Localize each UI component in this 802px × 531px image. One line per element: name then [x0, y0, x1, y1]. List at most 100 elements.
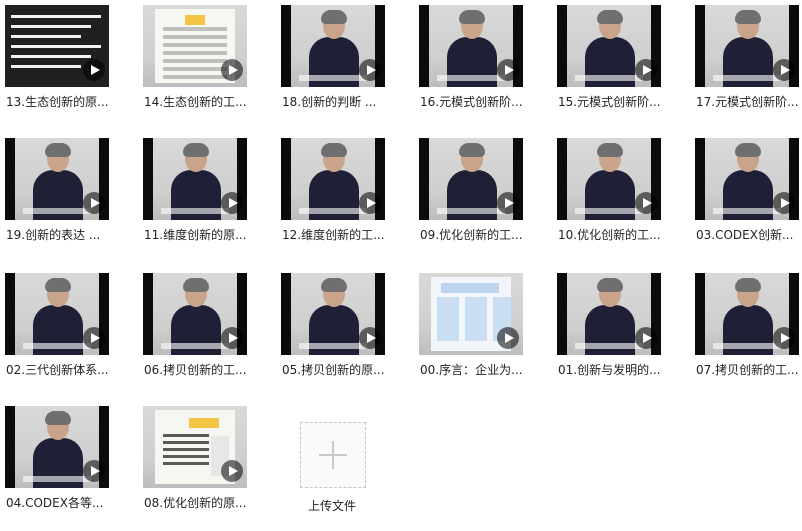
play-icon[interactable]: [359, 192, 381, 214]
video-thumbnail[interactable]: [695, 138, 799, 220]
text-line: [11, 25, 91, 28]
video-caption[interactable]: 19.创新的表达 ...: [6, 227, 110, 243]
video-thumbnail[interactable]: [419, 138, 523, 220]
video-thumbnail[interactable]: [419, 5, 523, 87]
video-caption[interactable]: 10.优化创新的工...: [558, 227, 662, 243]
frame-bar-left: [695, 5, 705, 87]
play-icon[interactable]: [83, 460, 105, 482]
subtitle-strip: [161, 343, 229, 349]
video-thumbnail[interactable]: [419, 273, 523, 355]
play-icon[interactable]: [83, 59, 105, 81]
play-icon[interactable]: [773, 327, 795, 349]
video-caption[interactable]: 18.创新的判断 ...: [282, 94, 386, 110]
video-thumbnail[interactable]: [557, 5, 661, 87]
subtitle-strip: [23, 476, 91, 482]
video-thumbnail[interactable]: [281, 273, 385, 355]
video-thumbnail[interactable]: [5, 406, 109, 488]
play-icon[interactable]: [83, 327, 105, 349]
video-item[interactable]: 07.拷贝创新的工...: [690, 268, 800, 398]
play-icon[interactable]: [221, 460, 243, 482]
play-icon[interactable]: [83, 192, 105, 214]
play-icon[interactable]: [773, 192, 795, 214]
upload-button[interactable]: [300, 422, 366, 488]
video-item[interactable]: 00.序言：企业为...: [414, 268, 524, 398]
subtitle-strip: [23, 208, 91, 214]
video-thumbnail[interactable]: [5, 138, 109, 220]
video-thumbnail[interactable]: [143, 273, 247, 355]
video-caption[interactable]: 16.元模式创新阶...: [420, 94, 524, 110]
text-line: [11, 15, 101, 18]
play-icon[interactable]: [635, 327, 657, 349]
play-icon[interactable]: [221, 59, 243, 81]
video-caption[interactable]: 04.CODEX各等...: [6, 495, 110, 511]
frame-bar-left: [5, 273, 15, 355]
video-item[interactable]: 17.元模式创新阶...: [690, 0, 800, 130]
play-icon[interactable]: [359, 327, 381, 349]
video-item[interactable]: 12.维度创新的工...: [276, 133, 386, 263]
play-icon[interactable]: [773, 59, 795, 81]
video-caption[interactable]: 07.拷贝创新的工...: [696, 362, 800, 378]
video-caption[interactable]: 12.维度创新的工...: [282, 227, 386, 243]
video-item[interactable]: 03.CODEX创新...: [690, 133, 800, 263]
video-thumbnail[interactable]: [5, 273, 109, 355]
video-caption[interactable]: 09.优化创新的工...: [420, 227, 524, 243]
video-item[interactable]: 11.维度创新的原...: [138, 133, 248, 263]
subtitle-strip: [575, 208, 643, 214]
video-item[interactable]: 16.元模式创新阶...: [414, 0, 524, 130]
video-item[interactable]: 04.CODEX各等...: [0, 401, 110, 531]
video-item[interactable]: 14.生态创新的工...: [138, 0, 248, 130]
video-item[interactable]: 09.优化创新的工...: [414, 133, 524, 263]
video-caption[interactable]: 11.维度创新的原...: [144, 227, 248, 243]
video-item[interactable]: 15.元模式创新阶...: [552, 0, 662, 130]
subtitle-strip: [713, 208, 781, 214]
video-caption[interactable]: 08.优化创新的原...: [144, 495, 248, 511]
frame-bar-left: [419, 5, 429, 87]
play-icon[interactable]: [635, 59, 657, 81]
video-thumbnail[interactable]: [143, 5, 247, 87]
play-icon[interactable]: [221, 192, 243, 214]
video-item[interactable]: 01.创新与发明的...: [552, 268, 662, 398]
video-caption[interactable]: 03.CODEX创新...: [696, 227, 800, 243]
text-line: [11, 55, 91, 58]
video-thumbnail[interactable]: [5, 5, 109, 87]
video-caption[interactable]: 17.元模式创新阶...: [696, 94, 800, 110]
subtitle-strip: [299, 343, 367, 349]
video-thumbnail[interactable]: [557, 138, 661, 220]
video-item[interactable]: 10.优化创新的工...: [552, 133, 662, 263]
frame-bar-left: [281, 273, 291, 355]
video-thumbnail[interactable]: [695, 273, 799, 355]
subtitle-strip: [713, 343, 781, 349]
play-icon[interactable]: [221, 327, 243, 349]
frame-bar-left: [281, 138, 291, 220]
play-icon[interactable]: [497, 192, 519, 214]
video-caption[interactable]: 15.元模式创新阶...: [558, 94, 662, 110]
video-item[interactable]: 18.创新的判断 ...: [276, 0, 386, 130]
video-item[interactable]: 02.三代创新体系...: [0, 268, 110, 398]
video-item[interactable]: 13.生态创新的原...: [0, 0, 110, 130]
video-caption[interactable]: 05.拷贝创新的原...: [282, 362, 386, 378]
play-icon[interactable]: [497, 59, 519, 81]
video-caption[interactable]: 06.拷贝创新的工...: [144, 362, 248, 378]
video-caption[interactable]: 01.创新与发明的...: [558, 362, 662, 378]
video-caption[interactable]: 14.生态创新的工...: [144, 94, 248, 110]
play-icon[interactable]: [359, 59, 381, 81]
video-item[interactable]: 19.创新的表达 ...: [0, 133, 110, 263]
video-caption[interactable]: 13.生态创新的原...: [6, 94, 110, 110]
video-thumbnail[interactable]: [281, 5, 385, 87]
video-item[interactable]: 05.拷贝创新的原...: [276, 268, 386, 398]
video-caption[interactable]: 00.序言：企业为...: [420, 362, 524, 378]
subtitle-strip: [575, 75, 643, 81]
video-thumbnail[interactable]: [557, 273, 661, 355]
plus-icon-vertical: [332, 441, 334, 469]
video-item[interactable]: 08.优化创新的原...: [138, 401, 248, 531]
frame-bar-left: [5, 138, 15, 220]
subtitle-strip: [299, 208, 367, 214]
video-thumbnail[interactable]: [143, 138, 247, 220]
play-icon[interactable]: [635, 192, 657, 214]
video-caption[interactable]: 02.三代创新体系...: [6, 362, 110, 378]
video-thumbnail[interactable]: [143, 406, 247, 488]
video-thumbnail[interactable]: [281, 138, 385, 220]
video-thumbnail[interactable]: [695, 5, 799, 87]
play-icon[interactable]: [497, 327, 519, 349]
video-item[interactable]: 06.拷贝创新的工...: [138, 268, 248, 398]
